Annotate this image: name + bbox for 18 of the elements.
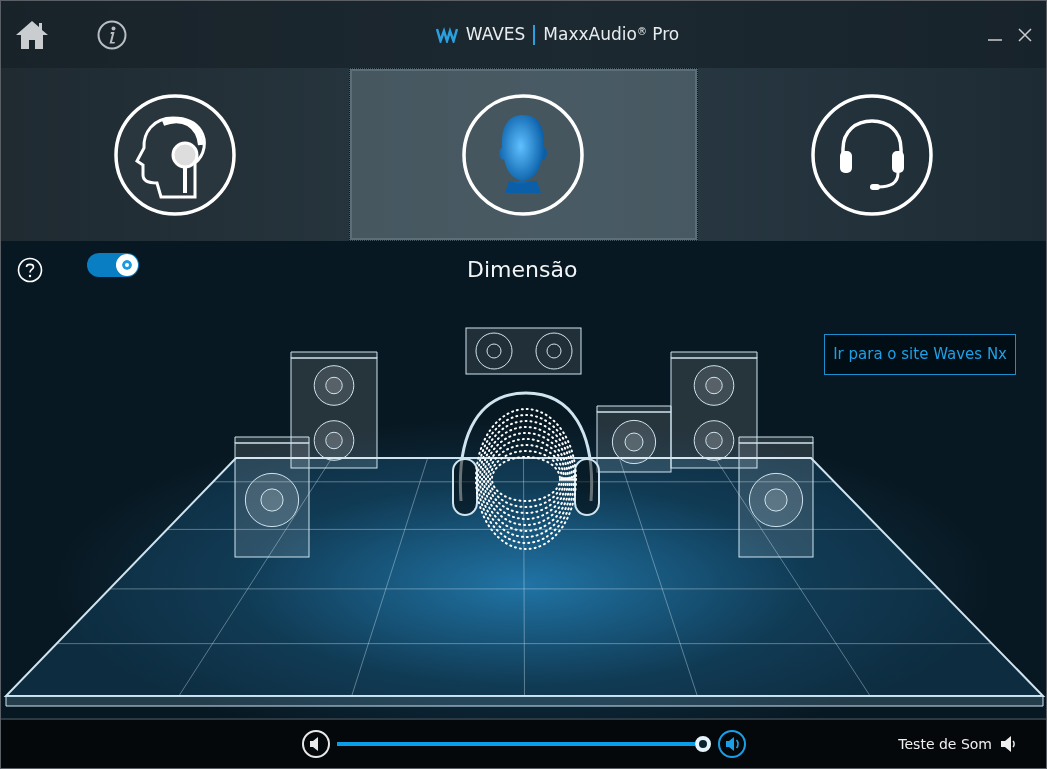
volume-high-icon[interactable] — [717, 729, 747, 759]
sound-test-label[interactable]: Teste de Som — [898, 733, 992, 755]
window-title: MaxxAudio$^{®}$ Pro — [543, 22, 680, 46]
section-title: Dimensão — [467, 256, 578, 284]
close-icon[interactable] — [1018, 27, 1032, 42]
home-icon[interactable] — [15, 19, 49, 50]
volume-slider-thumb[interactable] — [695, 736, 711, 752]
waves-nx-link-button[interactable]: Ir para o site Waves Nx — [824, 334, 1016, 375]
volume-low-icon[interactable] — [301, 729, 331, 759]
info-icon[interactable] — [97, 19, 127, 50]
head-icon — [461, 92, 586, 217]
speaker-icon[interactable] — [1000, 735, 1016, 753]
head-with-headphones-icon — [113, 92, 238, 217]
brand-name: WAVES — [465, 22, 526, 46]
headset-icon — [809, 92, 934, 217]
volume-slider[interactable] — [337, 736, 711, 752]
waves-logo-icon — [435, 26, 458, 43]
toggle-switch[interactable] — [87, 253, 139, 277]
